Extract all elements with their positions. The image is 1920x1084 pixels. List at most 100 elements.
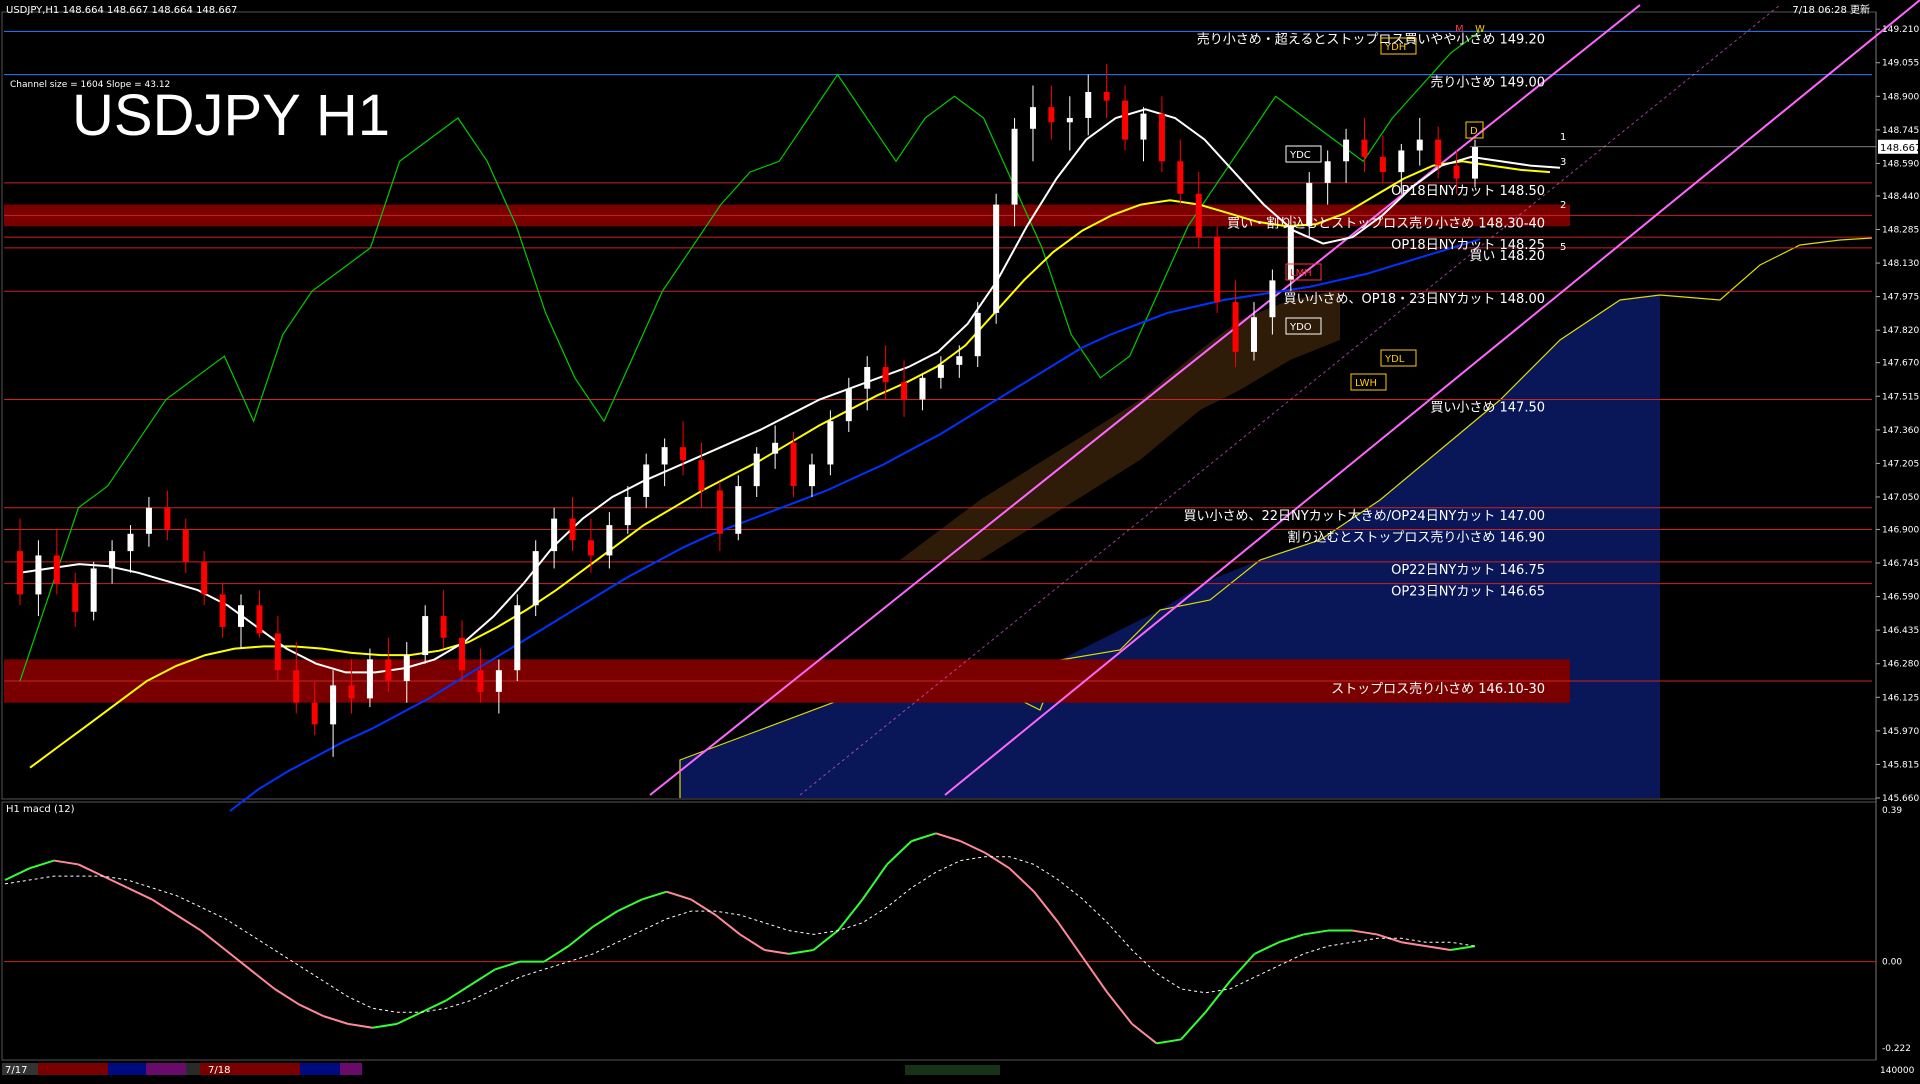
time-tick-right: 140000 [1880,1066,1915,1076]
marker-YDL: YDL [1384,354,1405,365]
candle-body [753,453,760,487]
price-tick-10: 147.670 [1882,359,1919,369]
candle-body [1029,107,1036,129]
marker-YDC: YDC [1289,150,1311,161]
candle-body [72,583,79,612]
candle-body [219,594,226,627]
price-tick-14: 147.050 [1882,493,1919,503]
macd-tick-0: 0.39 [1882,806,1902,816]
candle-body [882,367,889,383]
price-tick-0: 149.210 [1882,25,1919,35]
level-label-10: OP22日NYカット 146.75 [1391,563,1545,578]
candle-body [661,447,668,465]
price-tick-20: 146.125 [1882,693,1919,703]
candle-body [1453,165,1460,179]
current-price: 148.667 [1880,143,1920,154]
candle-body [827,421,834,465]
level-label-5: 買い 148.20 [1469,249,1545,264]
macd-tick-1: 0.00 [1882,958,1902,968]
marker-LWH: LWH [1355,378,1377,389]
candle-body [1195,193,1202,238]
candle-body [422,616,429,656]
price-tick-2: 148.900 [1882,92,1919,102]
current-price-tag: 148.667 [1878,139,1920,154]
candle-body [716,490,723,534]
candle-body [808,464,815,487]
candle-body [1472,146,1478,179]
price-tick-4: 148.590 [1882,159,1919,169]
candle-body [643,464,650,497]
candle-body [127,533,134,552]
chart-canvas[interactable]: 売り小さめ・超えるとストップロス買いやや小さめ 149.20 売り小さめ 149.… [0,0,1920,1080]
price-tick-11: 147.515 [1882,392,1919,402]
level-label-9: 割り込むとストップロス売り小さめ 146.90 [1287,529,1545,545]
candle-body [1379,156,1386,173]
candle-4 [90,561,97,621]
price-tick-3: 148.745 [1882,126,1919,136]
candle-body [330,685,337,725]
candle-53 [993,193,1000,324]
candle-body [551,518,558,552]
candle-body [366,659,373,699]
candle-body [1214,237,1221,303]
candle-body [1066,117,1073,123]
candle-body [514,605,521,671]
price-tick-16: 146.745 [1882,559,1919,569]
marker-W: W [1475,24,1485,35]
price-tick-7: 148.130 [1882,259,1919,269]
price-tick-5: 148.440 [1882,192,1919,202]
candle-body [311,702,318,725]
candle-body [1177,161,1184,194]
price-tick-8: 147.975 [1882,293,1919,303]
candle-body [495,670,502,692]
level-label-12: ストップロス売り小さめ 146.10-30 [1331,681,1545,697]
candle-body [1324,161,1331,183]
candle-body [1361,139,1368,157]
price-tick-18: 146.435 [1882,626,1919,636]
price-tick-17: 146.590 [1882,593,1919,603]
candle-65 [1214,226,1221,313]
candle-body [1416,139,1423,151]
candle-body [17,551,23,595]
timestamp: 7/18 06:28 更新 [1792,3,1870,16]
candle-body [735,486,742,534]
candle-body [919,377,926,400]
candle-body [937,364,944,378]
candle-body [1343,139,1350,162]
candle-body [587,540,594,556]
candle-body [901,382,908,400]
level-label-6: 買い小さめ、OP18・23日NYカット 148.00 [1284,292,1545,307]
price-tick-23: 145.660 [1882,794,1919,804]
macd-label: H1 macd (12) [6,804,75,815]
candle-body [1398,150,1405,173]
candle-body [606,525,613,556]
candle-body [974,312,981,357]
candle-body [238,605,245,627]
candle-body [201,561,208,595]
candle-body [698,460,705,491]
price-tick-6: 148.285 [1882,225,1919,235]
candle-body [109,551,116,569]
level-label-8: 買い小さめ、22日NYカット大きめ/OP24日NYカット 147.00 [1184,509,1546,524]
candle-body [1011,128,1018,205]
candle-body [403,655,410,682]
candle-body [1122,100,1129,140]
price-tick-9: 147.820 [1882,326,1919,336]
time-tick-0718: 7/18 [208,1065,230,1076]
marker-LMH: LMH [1290,268,1312,279]
price-tick-19: 146.280 [1882,660,1919,670]
candle-body [845,388,852,422]
candle-body [348,685,355,699]
candle-body [1435,139,1442,166]
candle-body [440,616,447,638]
marker-D: D [1470,126,1478,137]
marker-3: 3 [1560,157,1566,168]
candle-body [164,507,171,530]
candle-body [680,447,687,461]
marker-YDH: YDH [1384,42,1406,53]
candle-body [1158,113,1165,162]
price-tick-12: 147.360 [1882,426,1919,436]
candle-body [145,507,152,534]
candle-body [1103,91,1110,101]
candle-body [477,670,484,692]
